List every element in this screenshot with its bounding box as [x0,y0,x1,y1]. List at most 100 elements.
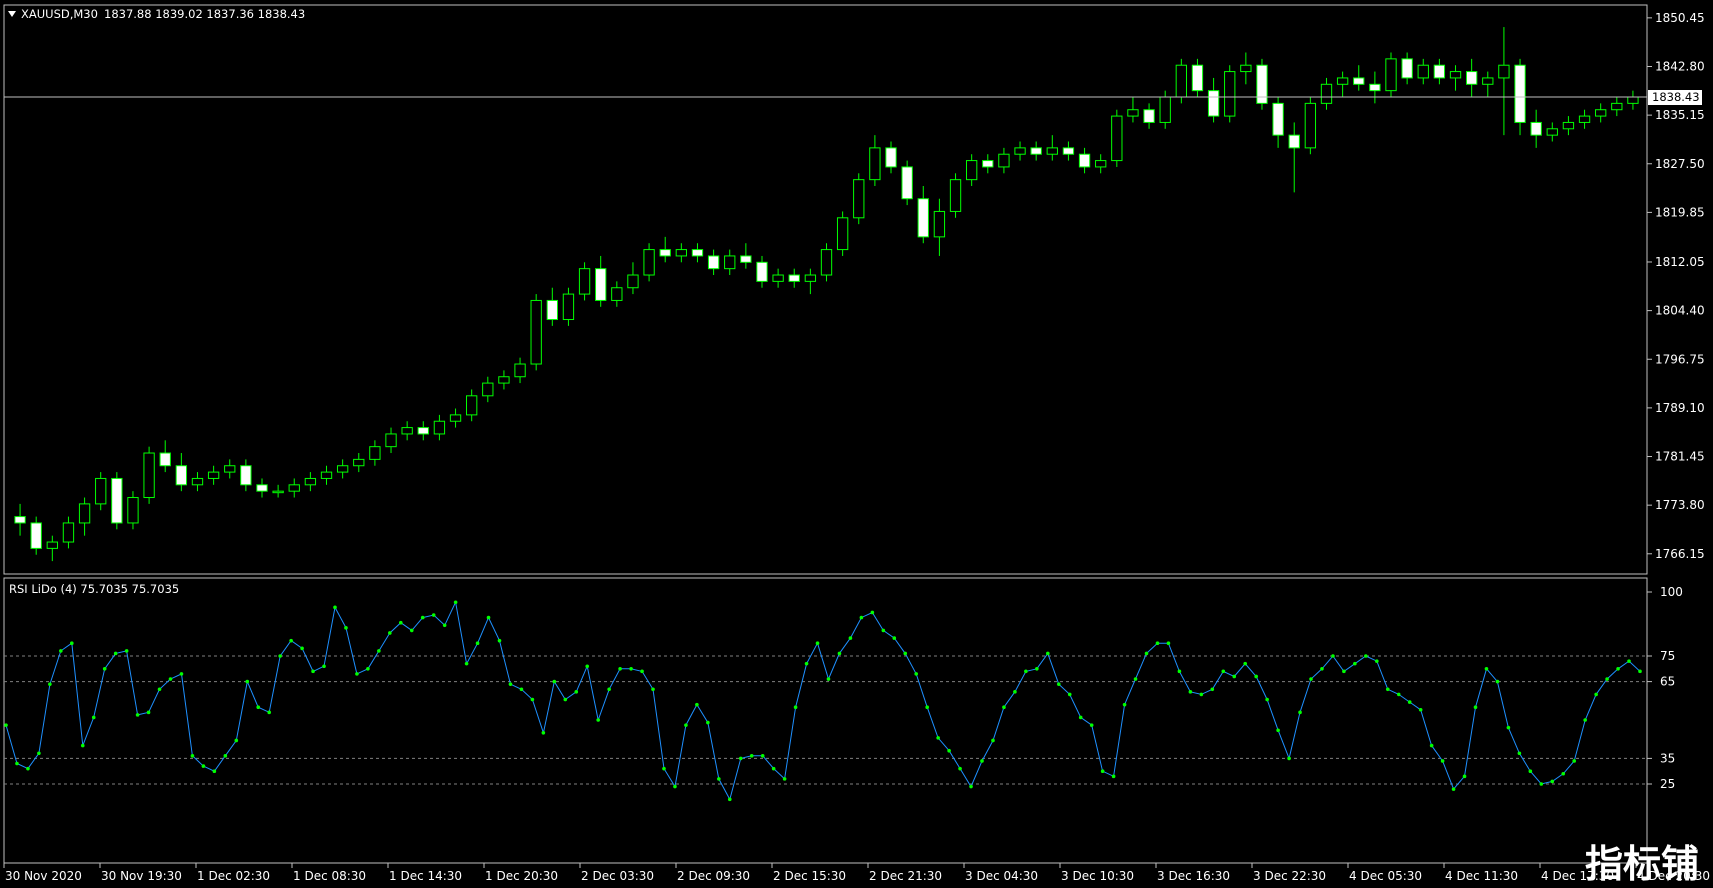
rsi-point [1353,661,1357,666]
price-axis-label: 1812.05 [1655,255,1705,269]
price-axis-label: 1842.80 [1655,59,1705,73]
rsi-point [1583,718,1587,722]
rsi-point [1572,759,1577,763]
bull-candle [369,446,381,460]
rsi-point [914,672,919,676]
price-axis-label: 1835.15 [1655,108,1705,122]
rsi-point [1243,661,1248,666]
price-panel[interactable] [3,4,1648,575]
rsi-point [1035,667,1039,671]
bull-candle [336,465,349,473]
rsi-point [1024,669,1028,674]
bull-candle [191,477,204,486]
bear-candle [546,299,558,321]
bull-candle [820,249,833,276]
rsi-point [826,677,831,681]
rsi-point [1364,654,1368,658]
bull-candle [1385,58,1397,92]
rsi-point [102,667,107,671]
bear-candle [1514,64,1526,123]
bear-candle [901,166,913,200]
rsi-point [530,697,535,702]
rsi-point [1594,692,1598,697]
rsi-point [1177,669,1182,674]
time-axis-label: 2 Dec 15:30 [773,869,846,883]
price-axis-label: 1804.40 [1655,304,1705,318]
price-axis-label: 1850.45 [1655,11,1705,25]
rsi-point [1539,782,1544,786]
rsi-indicator-title: RSI LiDo (4) 75.7035 75.7035 [9,582,179,596]
rsi-point [1495,679,1500,684]
bear-candle [240,465,252,486]
bull-candle [1014,147,1026,155]
rsi-point [673,784,677,789]
price-axis-label: 1766.15 [1655,547,1705,561]
rsi-point [1298,710,1302,715]
rsi-point [278,654,282,658]
rsi-point [431,613,436,617]
bull-candle [853,179,865,219]
bull-candle [1175,64,1187,98]
rsi-point [289,638,293,643]
rsi-point [1144,651,1149,656]
bear-candle [659,249,671,257]
rsi-point [1385,687,1390,692]
rsi-point [1221,669,1226,674]
rsi-point [245,679,250,684]
rsi-panel[interactable] [3,577,1648,864]
rsi-point [1616,667,1620,671]
rsi-point [48,682,52,686]
rsi-point [464,661,469,666]
bear-candle [885,147,897,168]
rsi-point [113,651,118,656]
rsi-point [1561,771,1566,776]
bear-candle [917,198,929,238]
rsi-point [388,631,392,635]
rsi-point [947,748,951,753]
rsi-point [738,756,743,761]
rsi-point [980,759,984,763]
rsi-point [804,661,809,666]
rsi-point [1396,692,1401,697]
rsi-point [1078,715,1083,720]
bull-candle [62,522,75,543]
bull-candle [320,471,333,479]
time-axis-label: 1 Dec 14:30 [389,869,462,883]
rsi-point [760,754,765,758]
price-axis-label: 1827.50 [1655,157,1705,171]
bull-candle [1562,121,1575,130]
bull-candle [804,274,817,282]
rsi-point [15,761,19,766]
bull-candle [353,458,365,467]
rsi-axis-label: 75 [1660,649,1675,663]
trading-chart[interactable]: 1850.45 1842.80 1835.15 1827.50 1819.85 1812.… [0,0,1713,888]
bull-candle [1595,109,1607,117]
price-axis-label: 1819.85 [1655,205,1705,219]
bull-candle [949,179,962,212]
time-axis-label: 3 Dec 04:30 [965,869,1038,883]
rsi-point [1331,654,1335,658]
bull-candle [1336,77,1349,85]
rsi-point [135,713,140,717]
bull-candle [401,427,413,435]
rsi-point [793,705,798,709]
rsi-point [936,736,940,740]
bear-candle [1191,64,1204,92]
rsi-point [870,610,875,615]
rsi-point [1265,697,1269,702]
bear-candle [159,452,171,467]
price-axis-label: 1781.45 [1655,450,1705,464]
rsi-point [1013,690,1017,694]
bull-candle [1546,128,1558,136]
bull-candle [562,293,575,321]
rsi-point [223,754,228,758]
bull-candle [1095,160,1107,168]
rsi-point [1627,659,1631,663]
bull-candle [466,395,478,416]
rsi-point [1100,769,1105,773]
bear-candle [1465,71,1478,85]
bull-candle [1482,77,1494,85]
bull-candle [514,363,526,378]
bear-candle [1288,134,1300,149]
bull-candle [1449,71,1462,79]
